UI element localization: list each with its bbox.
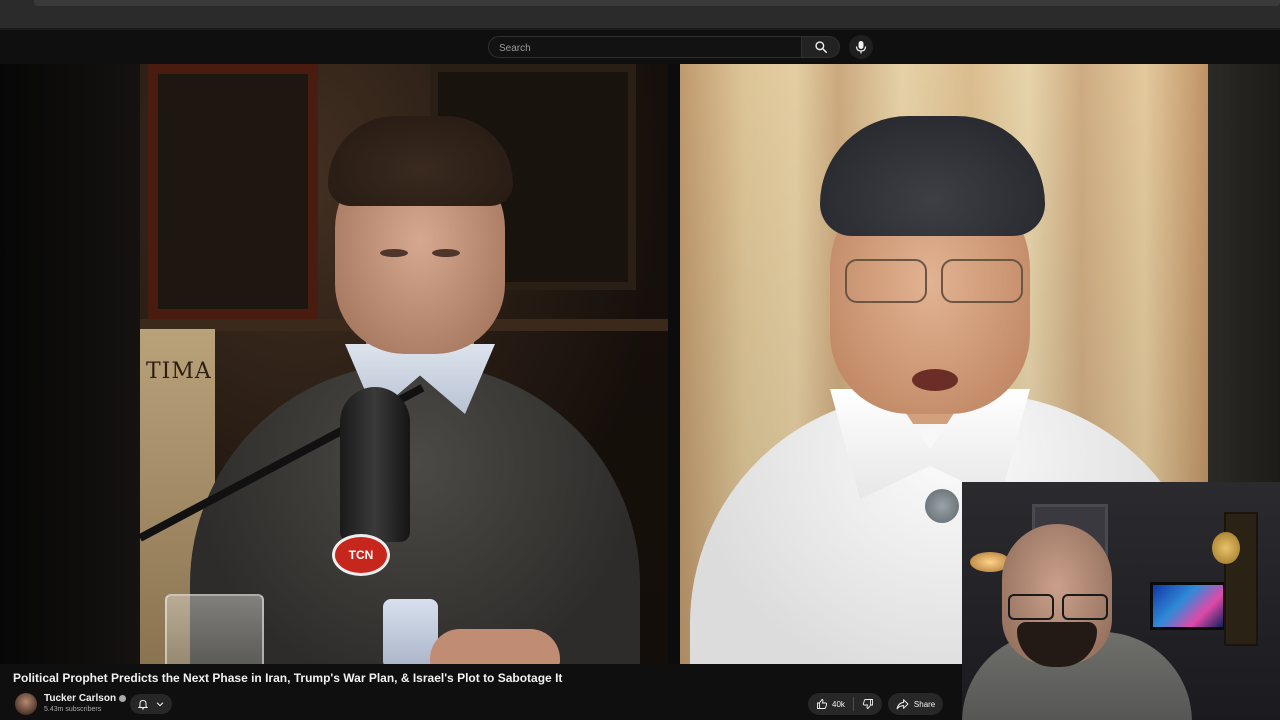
voice-search-button[interactable] bbox=[849, 35, 873, 59]
like-button[interactable]: 40k bbox=[808, 693, 853, 715]
poster-text: TIMA bbox=[146, 359, 212, 384]
subscriber-count: 5.43m subscribers bbox=[44, 706, 102, 713]
channel-avatar[interactable] bbox=[15, 693, 37, 715]
thumbs-up-icon bbox=[817, 699, 828, 709]
guest-glasses bbox=[845, 259, 1025, 303]
gold-balloon bbox=[1212, 532, 1240, 564]
search-box[interactable] bbox=[488, 36, 802, 58]
browser-tab-strip bbox=[34, 0, 1280, 6]
streamer-glasses bbox=[1008, 594, 1108, 620]
host-hand bbox=[430, 629, 560, 664]
split-screen-divider bbox=[668, 64, 680, 664]
host-eye bbox=[432, 249, 460, 257]
notification-button[interactable] bbox=[130, 694, 172, 714]
video-title: Political Prophet Predicts the Next Phas… bbox=[13, 671, 563, 685]
share-button[interactable]: Share bbox=[887, 693, 944, 715]
chevron-down-icon bbox=[156, 702, 164, 707]
like-count: 40k bbox=[832, 699, 845, 709]
wall-picture-frame bbox=[148, 64, 318, 319]
microphone-icon bbox=[855, 41, 867, 54]
search-icon bbox=[814, 41, 827, 54]
mic-logo-badge: TCN bbox=[332, 534, 390, 576]
host-eye bbox=[380, 249, 408, 257]
host-hair bbox=[328, 116, 513, 206]
podcast-microphone bbox=[340, 387, 410, 542]
channel-name[interactable]: Tucker Carlson bbox=[44, 693, 116, 704]
verified-icon bbox=[119, 694, 127, 702]
host-video-panel: TIMA TCN bbox=[140, 64, 668, 664]
bell-icon bbox=[137, 699, 149, 710]
room-monitor bbox=[1150, 582, 1226, 630]
guest-hair bbox=[820, 116, 1045, 236]
top-header bbox=[0, 30, 1280, 64]
share-icon bbox=[896, 699, 909, 710]
video-actions: 40k Share bbox=[808, 693, 944, 715]
dislike-button[interactable] bbox=[854, 693, 882, 715]
like-dislike-bar: 40k bbox=[808, 693, 882, 715]
share-label[interactable]: Share bbox=[914, 700, 935, 709]
search-button[interactable] bbox=[802, 36, 840, 58]
water-glass bbox=[165, 594, 264, 664]
thumbs-down-icon bbox=[862, 699, 873, 709]
guest-mouth bbox=[912, 369, 958, 391]
search-input[interactable] bbox=[497, 39, 791, 57]
video-letterbox-left bbox=[0, 64, 140, 664]
browser-chrome bbox=[0, 0, 1280, 30]
channel-name-row[interactable]: Tucker Carlson bbox=[44, 693, 127, 704]
lapel-microphone bbox=[925, 489, 959, 523]
webcam-overlay bbox=[962, 482, 1280, 720]
